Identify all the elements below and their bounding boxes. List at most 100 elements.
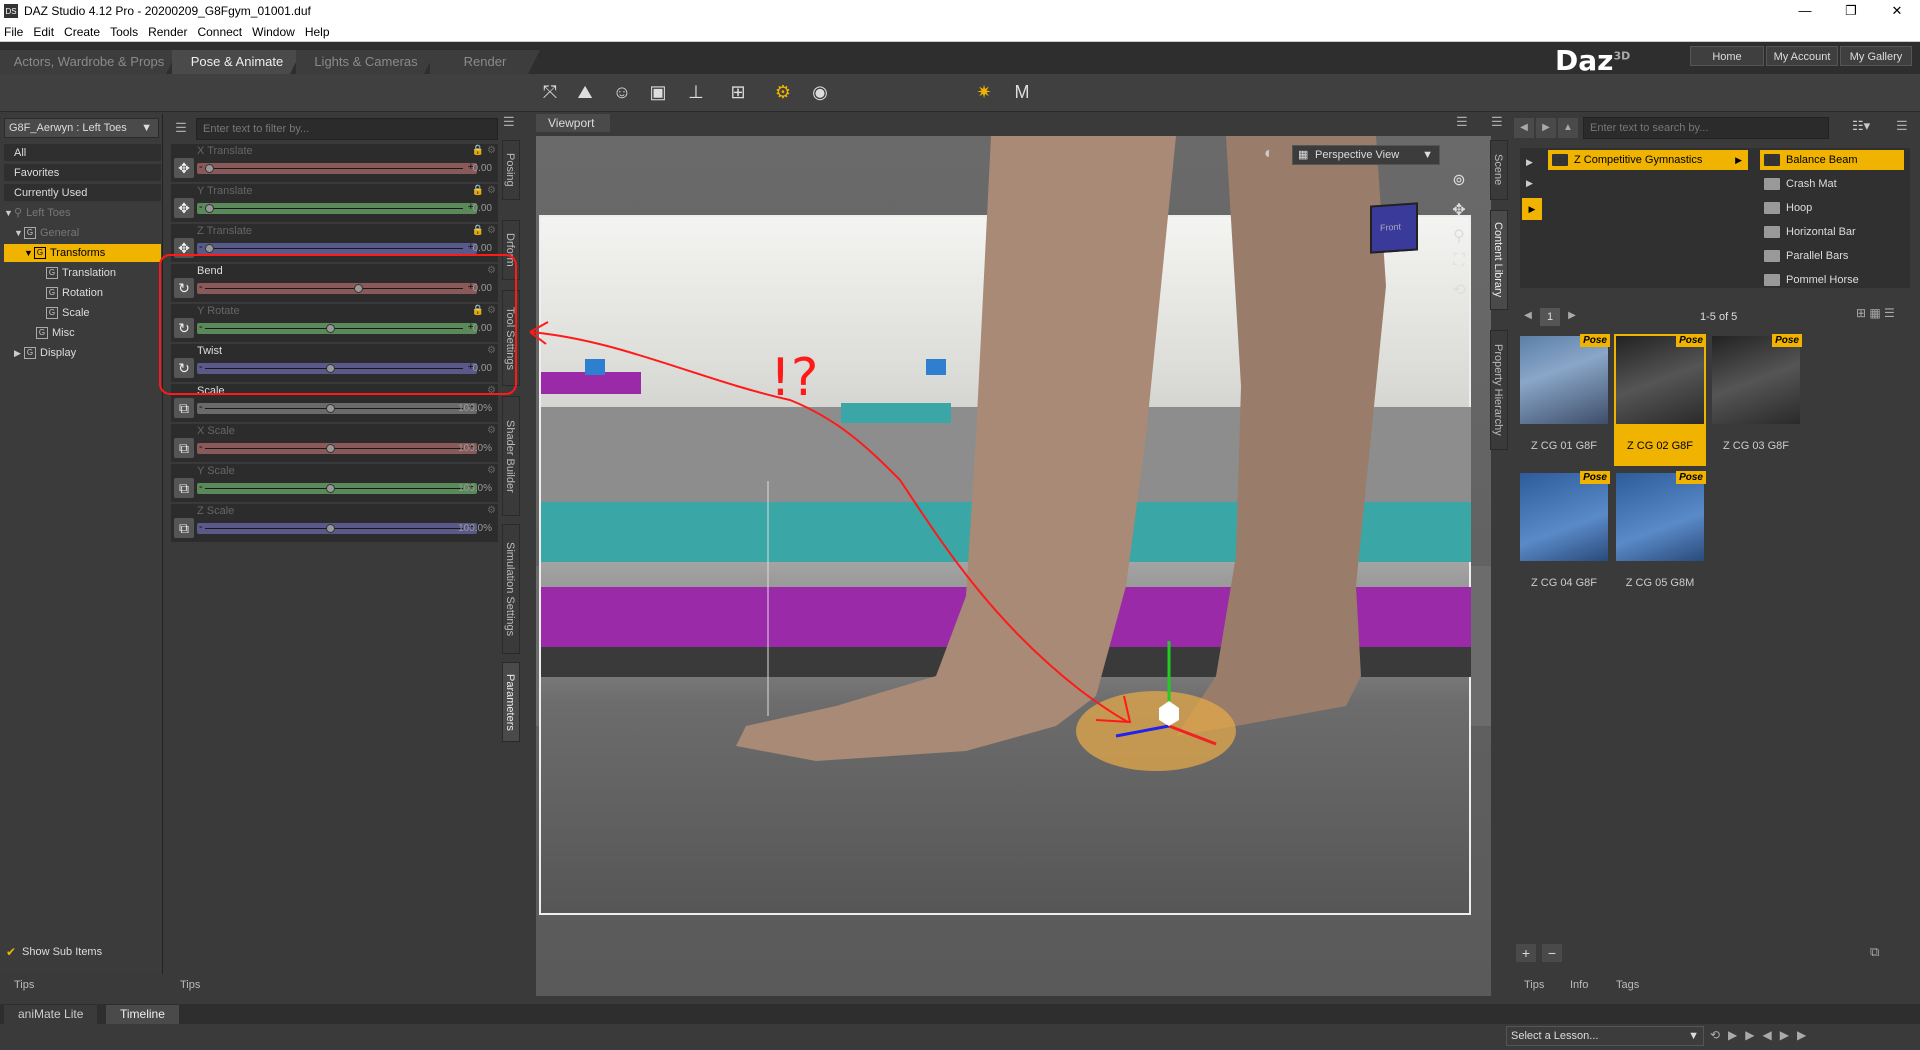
side-tab-drform[interactable]: Drform [502, 220, 520, 280]
slider-knob[interactable] [325, 364, 335, 373]
page-prev-icon[interactable]: ◀ [1518, 306, 1538, 326]
slider-track[interactable]: - + [197, 481, 477, 494]
slider-track[interactable]: - + [197, 441, 477, 454]
gear-icon[interactable]: ⚙ [487, 145, 496, 156]
lesson-selector[interactable]: Select a Lesson... ▼ [1506, 1026, 1704, 1046]
menu-tools[interactable]: Tools [110, 25, 138, 39]
slider-track[interactable]: - + [197, 321, 477, 334]
reset-view-icon[interactable]: ⟲ [1448, 280, 1470, 302]
subcategory-crash-mat[interactable]: Crash Mat [1760, 174, 1904, 194]
slider-scale[interactable]: Scale ⚙ ⧉ - + 100.0% [171, 384, 498, 422]
viewport-menu-icon[interactable]: ☰ [1456, 114, 1474, 130]
side-tab-parameters[interactable]: Parameters [502, 662, 520, 742]
gear-icon[interactable]: ⚙ [487, 465, 496, 476]
tree-node-misc[interactable]: G Misc [36, 324, 75, 342]
tree-node-display[interactable]: ▶ G Display [14, 344, 76, 362]
slider-value[interactable]: 0.00 [473, 323, 492, 334]
menu-connect[interactable]: Connect [197, 25, 242, 39]
side-tab-shader-builder[interactable]: Shader Builder [502, 396, 520, 516]
slider-track[interactable]: - + [197, 401, 477, 414]
page-number[interactable]: 1 [1540, 308, 1560, 326]
tab-animate-lite[interactable]: aniMate Lite [4, 1005, 98, 1024]
slider-y-rotate[interactable]: Y Rotate 🔒 ⚙ ↻ - + 0.00 [171, 304, 498, 342]
scale-icon[interactable]: ⧉ [174, 398, 194, 418]
expand-icon[interactable]: ▼ [4, 204, 14, 222]
slider-x-scale[interactable]: X Scale ⚙ ⧉ - + 100.0% [171, 424, 498, 462]
right-info-tab[interactable]: Info [1560, 976, 1599, 994]
params-tips-tab[interactable]: Tips [170, 976, 500, 994]
rotate-icon[interactable]: ↻ [174, 318, 194, 338]
slider-track[interactable]: - + [197, 521, 477, 534]
translate-icon[interactable]: ✥ [174, 198, 194, 218]
side-tab-simulation-settings[interactable]: Simulation Settings [502, 524, 520, 654]
node-weight-icon[interactable]: ▣ [646, 80, 670, 104]
render-settings-icon[interactable]: ⚙ [771, 80, 795, 104]
menu-edit[interactable]: Edit [33, 25, 54, 39]
slider-value[interactable]: 0.00 [473, 363, 492, 374]
my-gallery-button[interactable]: My Gallery [1840, 46, 1912, 66]
universal-tool-icon[interactable]: ⤧ [538, 80, 562, 104]
panel-menu-icon[interactable]: ☰ [503, 114, 519, 130]
forward-icon[interactable]: ▶ [1536, 118, 1556, 138]
page-next-icon[interactable]: ▶ [1562, 306, 1582, 326]
side-tab-posing[interactable]: Posing [502, 140, 520, 200]
joint-editor-icon[interactable]: ⊥ [684, 80, 708, 104]
rotate-icon[interactable]: ↻ [174, 278, 194, 298]
camera-selector[interactable]: ▦ Perspective View ▼ [1292, 145, 1440, 165]
lock-icon[interactable]: 🔒 [472, 305, 484, 316]
expand-icon[interactable]: ▼ [24, 244, 34, 262]
subcategory-pommel-horse[interactable]: Pommel Horse [1760, 270, 1904, 290]
content-menu-icon[interactable]: ☰ [1896, 118, 1914, 134]
remove-icon[interactable]: − [1542, 944, 1562, 962]
zoom-icon[interactable]: ⚲ [1448, 226, 1470, 248]
up-icon[interactable]: ▲ [1558, 118, 1578, 138]
slider-track[interactable]: - + [197, 361, 477, 374]
slider-track[interactable]: - + [197, 281, 477, 294]
expand-arrows[interactable]: ▶ ▶ [1526, 152, 1533, 194]
filter-all[interactable]: All [4, 144, 161, 162]
slider-track[interactable]: - + [197, 201, 477, 214]
add-icon[interactable]: + [1516, 944, 1536, 962]
content-item[interactable]: Pose Z CG 01 G8F [1518, 334, 1610, 466]
slider-track[interactable]: - + [197, 161, 477, 174]
content-item[interactable]: Pose Z CG 05 G8M [1614, 471, 1706, 603]
gear-icon[interactable]: ⚙ [487, 425, 496, 436]
home-button[interactable]: Home [1690, 46, 1764, 66]
slider-bend[interactable]: Bend ⚙ ↻ - + 0.00 [171, 264, 498, 302]
content-item[interactable]: Pose Z CG 03 G8F [1710, 334, 1802, 466]
slider-knob[interactable] [205, 204, 215, 213]
slider-knob[interactable] [325, 324, 335, 333]
slider-knob[interactable] [353, 284, 363, 293]
slider-value[interactable]: 0.00 [473, 203, 492, 214]
side-tab-tool-settings[interactable]: Tool Settings [502, 290, 520, 386]
my-account-button[interactable]: My Account [1766, 46, 1838, 66]
scale-icon[interactable]: ⧉ [174, 518, 194, 538]
slider-value[interactable]: 0.00 [473, 163, 492, 174]
parameter-filter-input[interactable]: Enter text to filter by... [196, 118, 498, 140]
slider-knob[interactable] [205, 164, 215, 173]
view-mode-icons[interactable]: ⊞ ▦ ☰ [1856, 306, 1895, 320]
tab-actors-wardrobe-props[interactable]: Actors, Wardrobe & Props [0, 50, 178, 74]
gear-icon[interactable]: ⚙ [487, 185, 496, 196]
tree-node-translation[interactable]: G Translation [46, 264, 116, 282]
close-button[interactable]: ✕ [1874, 0, 1920, 22]
filter-menu-icon[interactable]: ☰ [171, 120, 191, 138]
slider-z-translate[interactable]: Z Translate 🔒 ⚙ ✥ - + 0.00 [171, 224, 498, 262]
view-cube[interactable]: Front [1370, 202, 1418, 254]
copy-icon[interactable]: ⧉ [1870, 944, 1890, 962]
back-icon[interactable]: ◀ [1514, 118, 1534, 138]
menu-help[interactable]: Help [305, 25, 330, 39]
translate-icon[interactable]: ✥ [174, 158, 194, 178]
scale-icon[interactable]: ⧉ [174, 438, 194, 458]
subcategory-hoop[interactable]: Hoop [1760, 198, 1904, 218]
content-item[interactable]: Pose Z CG 04 G8F [1518, 471, 1610, 603]
slider-knob[interactable] [325, 524, 335, 533]
side-tab-property-hierarchy[interactable]: Property Hierarchy [1490, 330, 1508, 450]
slider-y-scale[interactable]: Y Scale ⚙ ⧉ - + 100.0% [171, 464, 498, 502]
tree-node-general[interactable]: ▼ G General [14, 224, 79, 242]
slider-x-translate[interactable]: X Translate 🔒 ⚙ ✥ - + 0.00 [171, 144, 498, 182]
menu-render[interactable]: Render [148, 25, 187, 39]
left-tips-tab[interactable]: Tips [4, 976, 45, 994]
tab-lights-cameras[interactable]: Lights & Cameras [296, 50, 436, 74]
slider-track[interactable]: - + [197, 241, 477, 254]
